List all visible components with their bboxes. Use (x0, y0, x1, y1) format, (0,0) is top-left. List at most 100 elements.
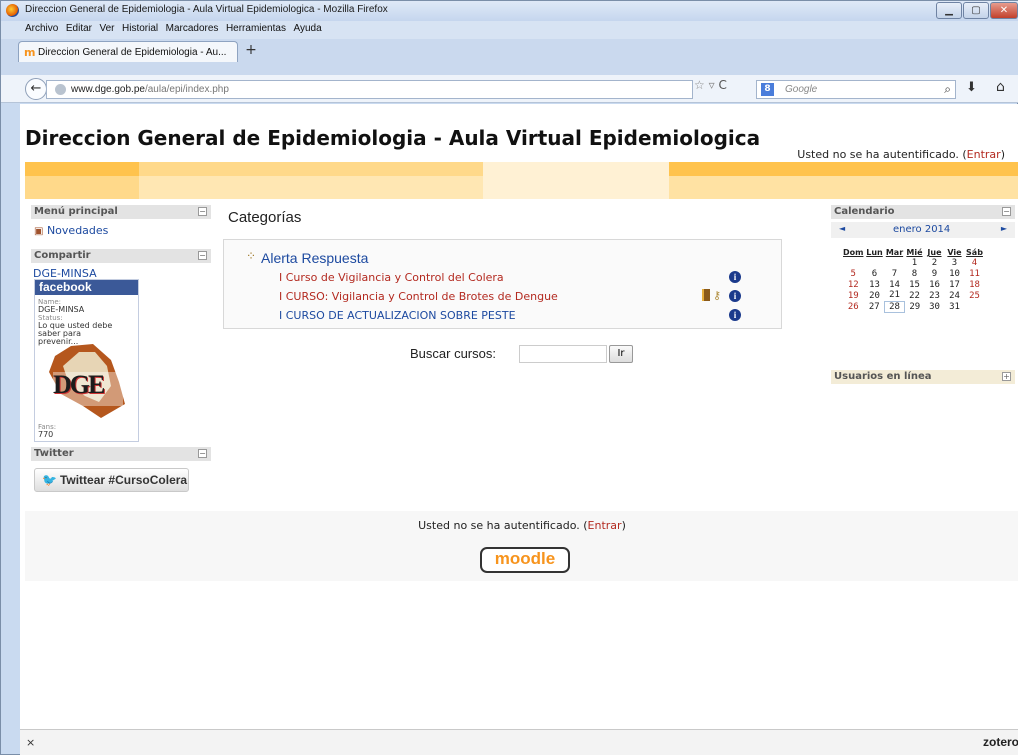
minimize-button[interactable]: ▁ (936, 2, 962, 19)
key-icon: ⚷ (713, 289, 722, 302)
calendar-day[interactable]: 13 (864, 279, 884, 290)
calendar-day[interactable]: 9 (924, 268, 944, 279)
new-tab-button[interactable]: + (242, 43, 260, 60)
info-icon[interactable]: i (729, 290, 741, 302)
calendar-day[interactable]: 15 (904, 279, 924, 290)
weekday-header: Sáb (966, 248, 983, 257)
collapse-icon[interactable]: − (198, 449, 207, 458)
google-icon: 8 (761, 83, 774, 96)
calendar-day[interactable]: 12 (842, 279, 864, 290)
band (139, 176, 483, 199)
collapse-icon[interactable]: − (198, 207, 207, 216)
login-link[interactable]: Entrar (967, 148, 1001, 161)
search-go-button[interactable]: Ir (609, 345, 633, 363)
menu-editar[interactable]: Editar (64, 21, 94, 34)
menu-herramientas[interactable]: Herramientas (224, 21, 288, 34)
search-input[interactable]: 8 Google ⌕ (756, 80, 956, 99)
back-arrow-icon[interactable]: ← (25, 78, 47, 100)
moodle-logo[interactable]: moodle (480, 547, 570, 573)
reload-icon[interactable]: C (718, 78, 726, 92)
calendar-day[interactable]: 31 (944, 301, 964, 312)
url-bar[interactable]: www.dge.gob.pe/aula/epi/index.php (46, 80, 693, 99)
twitter-title: Twitter (34, 448, 74, 459)
footer: Usted no se ha autentificado. (Entrar) m… (25, 511, 1018, 581)
calendar-day[interactable]: 21 (884, 290, 904, 301)
magnifier-icon[interactable]: ⌕ (944, 82, 951, 97)
calendar-day[interactable]: 7 (884, 268, 904, 279)
course-link-dengue[interactable]: I CURSO: Vigilancia y Control de Brotes … (279, 290, 558, 303)
calendar-day[interactable]: 20 (864, 290, 884, 301)
collapse-icon[interactable]: − (1002, 207, 1011, 216)
login-close: ) (1000, 148, 1005, 161)
calendar-day[interactable]: 22 (904, 290, 924, 301)
download-icon[interactable]: ⬇ (966, 80, 977, 95)
calendar-day[interactable]: 8 (904, 268, 924, 279)
info-icon[interactable]: i (729, 309, 741, 321)
band (25, 176, 139, 199)
footer-login-link[interactable]: Entrar (588, 519, 622, 532)
novedades-item[interactable]: ▣ Novedades (31, 219, 211, 237)
band (483, 162, 669, 176)
course-link-colera[interactable]: I Curso de Vigilancia y Control del Cole… (279, 271, 504, 284)
calendar-day[interactable]: 23 (924, 290, 944, 301)
globe-icon (55, 84, 66, 95)
tab-bar: m Direccion General de Epidemiologia - A… (1, 39, 1018, 75)
menu-ver[interactable]: Ver (97, 21, 116, 34)
menu-archivo[interactable]: Archivo (23, 21, 60, 34)
calendar-day[interactable]: 5 (842, 268, 864, 279)
course-link-peste[interactable]: I CURSO DE ACTUALIZACION SOBRE PESTE (279, 309, 516, 322)
twitter-block: Twitter − (31, 447, 211, 461)
calendar-month[interactable]: enero 2014 (893, 224, 950, 235)
calendar-day[interactable]: 6 (864, 268, 884, 279)
category-link[interactable]: Alerta Respuesta (261, 250, 368, 266)
site-title: Direccion General de Epidemiologia - Aul… (25, 126, 761, 150)
weekday-header: Dom (843, 248, 864, 257)
close-addon-bar-icon[interactable]: × (26, 736, 35, 749)
calendar-week: 26 27 28 29 30 31 (842, 300, 984, 313)
calendar-day[interactable]: 24 (944, 290, 964, 301)
main-menu-block: Menú principal − ▣ Novedades (31, 205, 211, 237)
calendar-day[interactable]: 29 (904, 301, 924, 312)
info-icon[interactable]: i (729, 271, 741, 283)
calendar-day[interactable]: 17 (944, 279, 964, 290)
novedades-link[interactable]: Novedades (47, 224, 108, 237)
bookmark-star-icon[interactable]: ☆ (694, 78, 705, 92)
maximize-button[interactable]: ▢ (963, 2, 989, 19)
calendar-day[interactable]: 14 (884, 279, 904, 290)
calendar-day[interactable]: 4 (964, 257, 984, 268)
calendar-day[interactable]: 26 (842, 301, 864, 312)
weekday-header: Mar (885, 248, 904, 257)
close-window-button[interactable]: ✕ (990, 2, 1018, 19)
calendar-day[interactable]: 3 (944, 257, 964, 268)
calendar-day[interactable]: 16 (924, 279, 944, 290)
url-host: www.dge.gob.pe (71, 84, 145, 95)
calendar-day[interactable]: 19 (842, 290, 864, 301)
menu-ayuda[interactable]: Ayuda (291, 21, 323, 34)
calendar-day[interactable]: 27 (864, 301, 884, 312)
menu-historial[interactable]: Historial (120, 21, 160, 34)
calendar-day[interactable]: 10 (944, 268, 964, 279)
calendar-day[interactable]: 28 (883, 300, 905, 313)
calendar-day[interactable]: 18 (964, 279, 984, 290)
calendar-week: 5 6 7 8 9 10 11 (842, 268, 984, 279)
guest-door-icon (702, 289, 710, 301)
facebook-widget[interactable]: facebook Name: DGE-MINSA Status: Lo que … (34, 279, 139, 442)
prev-month-icon[interactable]: ◄ (839, 224, 845, 233)
home-icon[interactable]: ⌂ (996, 79, 1005, 95)
tweet-button[interactable]: 🐦 Twittear #CursoColera (34, 468, 189, 492)
calendar-day[interactable]: 25 (964, 290, 984, 301)
calendar-day[interactable]: 2 (924, 257, 944, 268)
expand-icon[interactable]: + (1002, 372, 1011, 381)
firefox-icon (6, 4, 19, 17)
calendar-day[interactable]: 1 (904, 257, 924, 268)
calendar-day[interactable]: 30 (924, 301, 944, 312)
menu-marcadores[interactable]: Marcadores (164, 21, 221, 34)
next-month-icon[interactable]: ► (1001, 224, 1007, 233)
calendar-title: Calendario (834, 206, 895, 217)
history-dropdown-icon[interactable]: ▿ (709, 78, 715, 92)
search-courses-input[interactable] (519, 345, 607, 363)
tab-active[interactable]: m Direccion General de Epidemiologia - A… (18, 41, 238, 62)
zotero-label[interactable]: zotero (983, 735, 1018, 749)
calendar-day[interactable]: 11 (964, 268, 984, 279)
collapse-icon[interactable]: − (198, 251, 207, 260)
